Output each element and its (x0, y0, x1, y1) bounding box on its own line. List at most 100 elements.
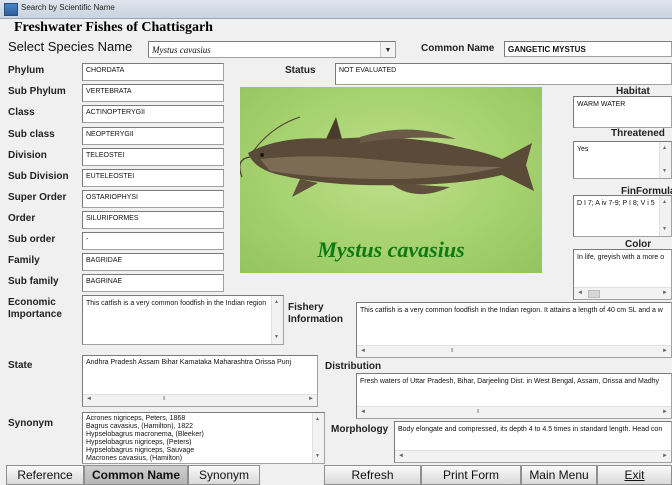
fishery-field[interactable]: This catfish is a very common foodfish i… (356, 302, 672, 358)
economic-value: This catfish is a very common foodfish i… (86, 300, 267, 307)
distribution-label: Distribution (325, 361, 382, 372)
threatened-label: Threatened (611, 128, 665, 139)
scroll-left-icon[interactable]: ◄ (398, 452, 404, 461)
taxonomy-field[interactable]: CHORDATA (82, 63, 224, 81)
taxonomy-field[interactable]: NEOPTERYGII (82, 127, 224, 145)
color-value: In life, greyish with a more o (577, 254, 665, 261)
distribution-field[interactable]: Fresh waters of Uttar Pradesh, Bihar, Da… (356, 373, 672, 419)
scroll-down-icon[interactable]: ▼ (662, 225, 667, 234)
fishery-label-line1: Fishery (288, 302, 324, 313)
scroll-up-icon[interactable]: ▲ (662, 198, 667, 207)
synonym-label: Synonym (8, 418, 54, 429)
scroll-down-icon[interactable]: ▼ (315, 452, 320, 461)
select-species-label: Select Species Name (8, 39, 133, 54)
window-icon (4, 3, 18, 16)
scroll-down-icon[interactable]: ▼ (274, 333, 279, 342)
scroll-thumb[interactable] (588, 290, 600, 298)
fishery-label-line2: Information (288, 314, 343, 325)
synonym-button[interactable]: Synonym (188, 465, 260, 485)
scroll-up-icon[interactable]: ▲ (662, 144, 667, 153)
taxonomy-field[interactable]: VERTEBRATA (82, 84, 224, 102)
morphology-label: Morphology (331, 424, 389, 435)
scroll-right-icon[interactable]: ► (662, 408, 668, 417)
status-label: Status (285, 65, 316, 76)
taxonomy-field[interactable]: OSTARIOPHYSI (82, 190, 224, 208)
state-value: Andhra Pradesh Assam Bihar Karnataka Mah… (86, 359, 292, 366)
finformula-value: D I 7; A iv 7-9; P I 8; V i 5 (577, 200, 655, 207)
economic-label-line1: Economic (8, 297, 56, 308)
species-select-value: Mystus cavasius (152, 45, 211, 55)
synonym-field[interactable]: Acrones nigriceps, Peters, 1868 Bagrus ca… (82, 412, 325, 464)
taxonomy-field[interactable]: - (82, 232, 224, 250)
scroll-right-icon[interactable]: ► (662, 452, 668, 461)
color-hscrollbar[interactable]: ◄ ► (574, 287, 671, 299)
main-menu-button[interactable]: Main Menu (521, 465, 597, 485)
scroll-up-icon[interactable]: ▲ (315, 415, 320, 424)
scroll-up-icon[interactable]: ▲ (274, 298, 279, 307)
synonym-line: Acrones nigriceps, Peters, 1868 (86, 415, 186, 422)
synonym-scrollbar[interactable]: ▲ ▼ (312, 413, 324, 463)
taxonomy-field[interactable]: ACTINOPTERYGII (82, 105, 224, 123)
finformula-scrollbar[interactable]: ▲ ▼ (659, 196, 671, 236)
threatened-scrollbar[interactable]: ▲ ▼ (659, 142, 671, 178)
economic-label: Economic Importance (8, 297, 62, 321)
taxonomy-label: Phylum (8, 65, 45, 76)
scroll-down-icon[interactable]: ▼ (662, 167, 667, 176)
taxonomy-label: Division (8, 150, 47, 161)
taxonomy-field[interactable]: EUTELEOSTEI (82, 169, 224, 187)
fishery-label: Fishery Information (288, 302, 343, 326)
morphology-field[interactable]: Body elongate and compressed, its depth … (394, 421, 672, 463)
taxonomy-field[interactable]: BAGRIDAE (82, 253, 224, 271)
threatened-value: Yes (577, 146, 589, 153)
taxonomy-field[interactable]: SILURIFORMES (82, 211, 224, 229)
taxonomy-label: Sub class (8, 129, 55, 140)
synonym-line: Bagrus cavasius, (Hamilton), 1822 (86, 423, 193, 430)
scroll-left-icon[interactable]: ◄ (577, 289, 583, 298)
page-title: Freshwater Fishes of Chattisgarh (14, 20, 213, 35)
scroll-left-icon[interactable]: ◄ (360, 347, 366, 356)
synonym-line: Hypselobagrus nigriceps, Sauvage (86, 447, 195, 454)
finformula-field[interactable]: D I 7; A iv 7-9; P I 8; V i 5 ▲ ▼ (573, 195, 672, 237)
dropdown-arrow-icon[interactable]: ▼ (380, 42, 395, 57)
species-select[interactable]: Mystus cavasius ▼ (148, 41, 396, 58)
taxonomy-label: Sub Division (8, 171, 69, 182)
scroll-left-icon[interactable]: ◄ (86, 396, 92, 402)
common-name-label: Common Name (421, 43, 495, 54)
fish-photo: Mystus cavasius (240, 87, 542, 273)
exit-button[interactable]: Exit (597, 465, 672, 485)
common-name-button[interactable]: Common Name (84, 465, 188, 485)
state-hscrollbar[interactable]: ◄ III ► (83, 394, 317, 406)
color-field[interactable]: In life, greyish with a more o ◄ ► (573, 249, 672, 300)
window-title: Search by Scientific Name (21, 3, 115, 12)
scroll-right-icon[interactable]: ► (662, 347, 668, 356)
threatened-field[interactable]: Yes ▲ ▼ (573, 141, 672, 179)
synonym-line: Hypselobagrus macronema, (Bleeker) (86, 431, 204, 438)
status-field[interactable]: NOT EVALUATED (335, 63, 672, 85)
distribution-value: Fresh waters of Uttar Pradesh, Bihar, Da… (360, 378, 660, 385)
title-bar: Search by Scientific Name (0, 0, 672, 19)
synonym-line: Macrones cavasius, (Hamilton) (86, 455, 183, 462)
fishery-hscrollbar[interactable]: ◄ III ► (357, 345, 671, 357)
reference-button[interactable]: Reference (6, 465, 84, 485)
distribution-hscrollbar[interactable]: ◄ III ► (357, 406, 671, 418)
scroll-right-icon[interactable]: ► (662, 289, 668, 298)
taxonomy-field[interactable]: BAGRINAE (82, 274, 224, 292)
habitat-field[interactable]: WARM WATER (573, 96, 672, 128)
economic-scrollbar[interactable]: ▲ ▼ (271, 296, 283, 344)
taxonomy-label: Sub order (8, 234, 56, 245)
scroll-grip: III (451, 348, 453, 354)
scroll-grip: III (163, 396, 165, 402)
scroll-right-icon[interactable]: ► (308, 396, 314, 402)
refresh-button[interactable]: Refresh (324, 465, 421, 485)
taxonomy-label: Super Order (8, 192, 67, 203)
scroll-grip: III (477, 409, 479, 415)
morphology-hscrollbar[interactable]: ◄ ► (395, 450, 671, 462)
state-field[interactable]: Andhra Pradesh Assam Bihar Karnataka Mah… (82, 355, 318, 407)
common-name-field[interactable]: GANGETIC MYSTUS (504, 41, 672, 57)
economic-field[interactable]: This catfish is a very common foodfish i… (82, 295, 284, 345)
print-form-button[interactable]: Print Form (421, 465, 521, 485)
taxonomy-label: Sub Phylum (8, 86, 66, 97)
scroll-left-icon[interactable]: ◄ (360, 408, 366, 417)
taxonomy-field[interactable]: TELEOSTEI (82, 148, 224, 166)
species-caption: Mystus cavasius (317, 237, 465, 262)
